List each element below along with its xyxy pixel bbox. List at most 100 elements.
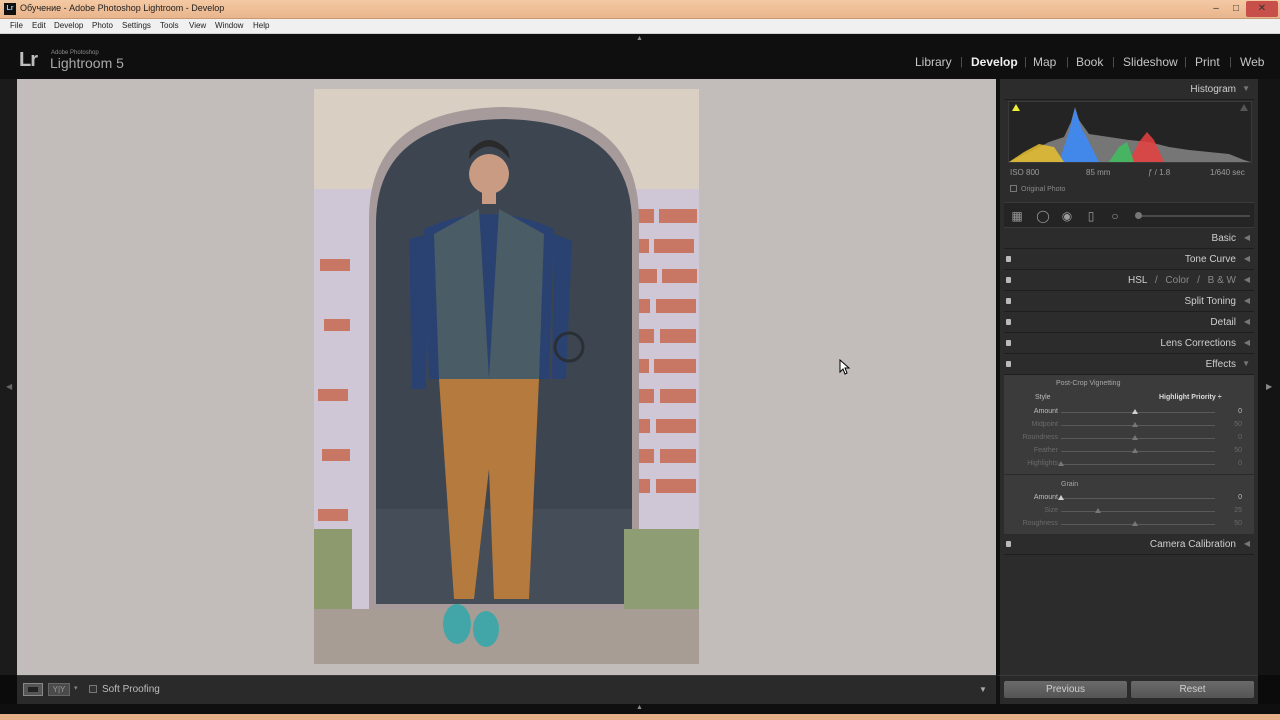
- panel-basic-header[interactable]: Basic ◀: [1004, 228, 1254, 249]
- slider-knob[interactable]: [1132, 409, 1138, 414]
- slider-value[interactable]: 0: [1238, 494, 1242, 501]
- menu-settings[interactable]: Settings: [122, 21, 151, 30]
- panel-switch-icon[interactable]: [1006, 298, 1011, 304]
- soft-proofing-checkbox[interactable]: [89, 685, 97, 693]
- brush-slider[interactable]: [1135, 212, 1250, 219]
- tab-color[interactable]: Color: [1165, 275, 1189, 286]
- slider-knob[interactable]: [1058, 495, 1064, 500]
- menu-help[interactable]: Help: [253, 21, 269, 30]
- tab-bw[interactable]: B & W: [1208, 275, 1236, 286]
- panel-switch-icon[interactable]: [1006, 340, 1011, 346]
- slider-knob[interactable]: [1135, 212, 1142, 219]
- style-dropdown[interactable]: Highlight Priority ÷: [1159, 394, 1222, 401]
- expand-filmstrip-icon[interactable]: ▲: [636, 704, 643, 711]
- before-after-button[interactable]: Y|Y: [48, 683, 70, 696]
- reset-button[interactable]: Reset: [1131, 681, 1254, 698]
- slider-knob[interactable]: [1058, 461, 1064, 466]
- slider-vignette-highlights[interactable]: Highlights 0: [1004, 459, 1254, 471]
- module-slideshow[interactable]: Slideshow: [1123, 55, 1178, 69]
- shadow-clipping-icon[interactable]: [1012, 104, 1020, 111]
- radial-filter-icon[interactable]: ○: [1108, 209, 1122, 223]
- module-library[interactable]: Library: [915, 55, 952, 69]
- checkbox-icon[interactable]: [1010, 185, 1017, 192]
- panel-switch-icon[interactable]: [1006, 541, 1011, 547]
- menu-photo[interactable]: Photo: [92, 21, 113, 30]
- menu-edit[interactable]: Edit: [32, 21, 46, 30]
- menu-develop[interactable]: Develop: [54, 21, 83, 30]
- slider-value[interactable]: 25: [1234, 507, 1242, 514]
- panel-switch-icon[interactable]: [1006, 256, 1011, 262]
- red-eye-icon[interactable]: ◉: [1060, 209, 1074, 223]
- toolbar-menu-icon[interactable]: ▼: [979, 685, 987, 694]
- panel-camera-calibration-header[interactable]: Camera Calibration ◀: [1004, 534, 1254, 555]
- slider-value[interactable]: 50: [1234, 520, 1242, 527]
- module-book[interactable]: Book: [1076, 55, 1103, 69]
- slider-knob[interactable]: [1132, 448, 1138, 453]
- slider-track[interactable]: [1061, 464, 1215, 465]
- maximize-button[interactable]: □: [1226, 1, 1246, 17]
- slider-value[interactable]: 50: [1234, 421, 1242, 428]
- panel-histogram-header[interactable]: Histogram ▼: [1004, 79, 1254, 100]
- image-view[interactable]: [17, 79, 996, 675]
- slider-grain-size[interactable]: Size 25: [1004, 506, 1254, 518]
- left-panel-collapsed[interactable]: ◀: [0, 79, 17, 675]
- menu-tools[interactable]: Tools: [160, 21, 179, 30]
- module-map[interactable]: Map: [1033, 55, 1056, 69]
- slider-knob[interactable]: [1132, 435, 1138, 440]
- slider-value[interactable]: 0: [1238, 434, 1242, 441]
- slider-vignette-roundness[interactable]: Roundness 0: [1004, 433, 1254, 445]
- module-print[interactable]: Print: [1195, 55, 1220, 69]
- slider-track[interactable]: [1061, 425, 1215, 426]
- slider-track[interactable]: [1061, 524, 1215, 525]
- slider-value[interactable]: 50: [1234, 447, 1242, 454]
- panel-split-toning-header[interactable]: Split Toning ◀: [1004, 291, 1254, 312]
- slider-value[interactable]: 0: [1238, 460, 1242, 467]
- collapse-top-arrow-icon[interactable]: ▲: [636, 35, 643, 42]
- histogram-graph[interactable]: [1008, 101, 1252, 163]
- slider-track[interactable]: [1061, 438, 1215, 439]
- expand-left-panel-icon[interactable]: ◀: [6, 382, 12, 391]
- tab-hsl[interactable]: HSL: [1128, 275, 1147, 286]
- slider-track[interactable]: [1061, 498, 1215, 499]
- slider-knob[interactable]: [1132, 422, 1138, 427]
- previous-button[interactable]: Previous: [1004, 681, 1127, 698]
- slider-vignette-amount[interactable]: Amount 0: [1004, 407, 1254, 419]
- close-button[interactable]: ✕: [1246, 1, 1278, 17]
- panel-switch-icon[interactable]: [1006, 361, 1011, 367]
- menu-window[interactable]: Window: [215, 21, 243, 30]
- panel-effects-header[interactable]: Effects ▼: [1004, 354, 1254, 375]
- slider-label: Size: [1044, 507, 1058, 514]
- slider-track[interactable]: [1061, 412, 1215, 413]
- spot-removal-icon[interactable]: ◯: [1036, 209, 1050, 223]
- graduated-filter-icon[interactable]: ▯: [1084, 209, 1098, 223]
- slider-knob[interactable]: [1095, 508, 1101, 513]
- panel-lens-corrections-header[interactable]: Lens Corrections ◀: [1004, 333, 1254, 354]
- slider-vignette-midpoint[interactable]: Midpoint 50: [1004, 420, 1254, 432]
- crop-overlay-icon[interactable]: ▦: [1010, 209, 1024, 223]
- slider-value[interactable]: 0: [1238, 408, 1242, 415]
- loupe-view-icon[interactable]: [23, 683, 43, 696]
- module-develop[interactable]: Develop: [971, 55, 1018, 69]
- slider-knob[interactable]: [1132, 521, 1138, 526]
- panel-detail-header[interactable]: Detail ◀: [1004, 312, 1254, 333]
- panel-switch-icon[interactable]: [1006, 277, 1011, 283]
- original-photo-toggle[interactable]: Original Photo: [1010, 185, 1065, 193]
- slider-track[interactable]: [1061, 451, 1215, 452]
- slider-grain-amount[interactable]: Amount 0: [1004, 493, 1254, 505]
- panel-tone-curve-header[interactable]: Tone Curve ◀: [1004, 249, 1254, 270]
- panel-hsl-header[interactable]: HSL / Color / B & W ◀: [1004, 270, 1254, 291]
- collapse-right-panel-icon[interactable]: ▶: [1266, 382, 1272, 391]
- slider-grain-roughness[interactable]: Roughness 50: [1004, 519, 1254, 531]
- menu-file[interactable]: File: [10, 21, 23, 30]
- right-panel-edge[interactable]: ▶: [1258, 79, 1280, 675]
- module-separator: |: [1112, 56, 1115, 68]
- panel-switch-icon[interactable]: [1006, 319, 1011, 325]
- module-web[interactable]: Web: [1240, 55, 1264, 69]
- chevron-down-icon[interactable]: ▾: [74, 684, 78, 692]
- menu-view[interactable]: View: [189, 21, 206, 30]
- highlight-clipping-icon[interactable]: [1240, 104, 1248, 111]
- soft-proofing-label[interactable]: Soft Proofing: [102, 684, 160, 695]
- slider-vignette-feather[interactable]: Feather 50: [1004, 446, 1254, 458]
- slider-track[interactable]: [1061, 511, 1215, 512]
- minimize-button[interactable]: –: [1206, 1, 1226, 17]
